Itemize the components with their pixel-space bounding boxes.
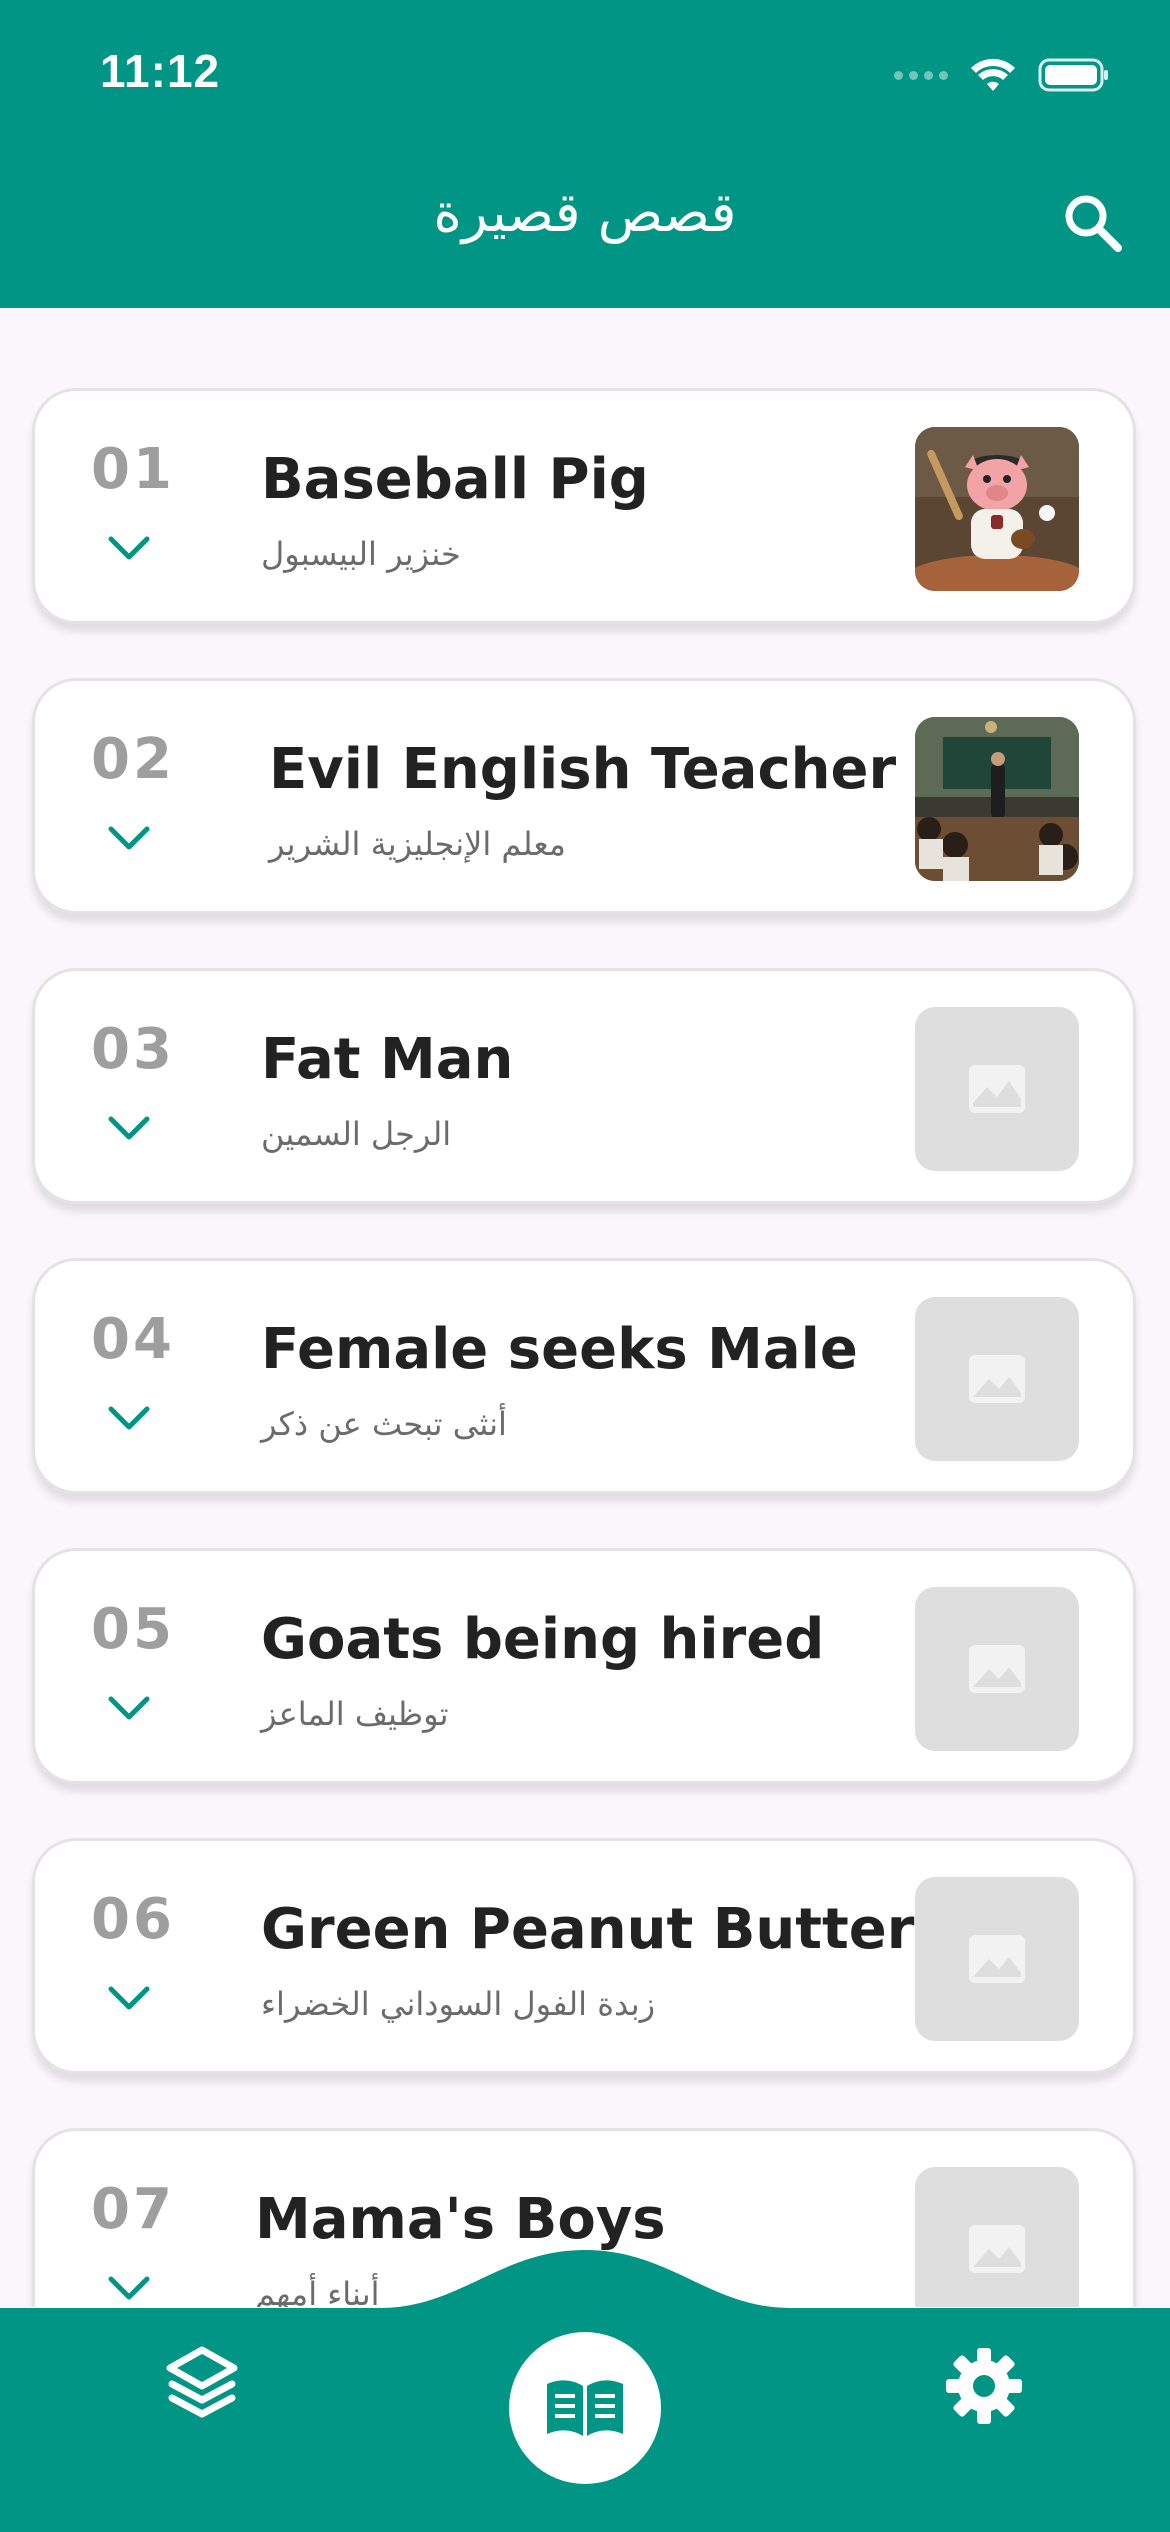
placeholder-image-icon xyxy=(915,1587,1079,1751)
chevron-down-icon[interactable] xyxy=(105,1113,153,1143)
story-subtitle: خنزير البيسبول xyxy=(261,535,461,573)
story-number: 05 xyxy=(91,1597,175,1662)
chevron-down-icon[interactable] xyxy=(105,1983,153,2013)
battery-icon xyxy=(1038,58,1108,92)
story-subtitle: توظيف الماعز xyxy=(261,1695,449,1733)
search-button[interactable] xyxy=(1060,190,1126,256)
story-card[interactable]: 01 Baseball Pig خنزير البيسبول xyxy=(32,388,1136,624)
placeholder-image-icon xyxy=(915,1007,1079,1171)
story-number: 02 xyxy=(91,727,175,792)
layers-icon xyxy=(166,2346,238,2418)
story-number: 01 xyxy=(91,437,175,502)
page-title: قصص قصيرة xyxy=(433,181,737,244)
nav-stories-button[interactable] xyxy=(162,2342,242,2422)
story-number: 06 xyxy=(91,1887,175,1952)
story-list[interactable]: 01 Baseball Pig خنزير البيسبول 02 Evil E… xyxy=(0,308,1170,2307)
story-title: Mama's Boys xyxy=(255,2187,666,2252)
story-subtitle: أنثى تبحث عن ذكر xyxy=(261,1405,507,1443)
placeholder-image-icon xyxy=(915,1877,1079,2041)
story-title: Fat Man xyxy=(261,1027,514,1092)
story-number: 04 xyxy=(91,1307,175,1372)
story-number: 07 xyxy=(91,2177,175,2242)
story-card[interactable]: 03 Fat Man الرجل السمين xyxy=(32,968,1136,1204)
story-title: Baseball Pig xyxy=(261,447,649,512)
story-card[interactable]: 05 Goats being hired توظيف الماعز xyxy=(32,1548,1136,1784)
status-icons xyxy=(894,50,1110,100)
wifi-icon xyxy=(971,58,1015,91)
nav-settings-button[interactable] xyxy=(944,2346,1024,2426)
story-title: Goats being hired xyxy=(261,1607,825,1672)
chevron-down-icon[interactable] xyxy=(105,533,153,563)
classroom-teacher-image xyxy=(915,717,1079,881)
story-title: Female seeks Male xyxy=(261,1317,858,1382)
chevron-down-icon[interactable] xyxy=(105,1693,153,1723)
story-subtitle: معلم الإنجليزية الشرير xyxy=(269,825,566,863)
chevron-down-icon[interactable] xyxy=(105,1403,153,1433)
cellular-signal-icon xyxy=(894,70,948,80)
baseball-pig-image xyxy=(915,427,1079,591)
story-subtitle: زبدة الفول السوداني الخضراء xyxy=(261,1985,656,2023)
app-header: 11:12 قصص قصيرة xyxy=(0,0,1170,308)
story-subtitle: الرجل السمين xyxy=(261,1115,452,1153)
gear-icon xyxy=(946,2348,1022,2424)
bottom-nav xyxy=(0,2250,1170,2532)
story-card[interactable]: 06 Green Peanut Butter زبدة الفول السودا… xyxy=(32,1838,1136,2074)
open-book-icon xyxy=(547,2380,623,2436)
story-title: Evil English Teacher xyxy=(269,737,897,802)
search-icon xyxy=(1065,195,1122,252)
status-time: 11:12 xyxy=(100,45,221,97)
placeholder-image-icon xyxy=(915,1297,1079,1461)
story-card[interactable]: 02 Evil English Teacher معلم الإنجليزية … xyxy=(32,678,1136,914)
story-number: 03 xyxy=(91,1017,175,1082)
nav-reader-button[interactable] xyxy=(509,2332,661,2484)
story-title: Green Peanut Butter xyxy=(261,1897,915,1962)
story-card[interactable]: 04 Female seeks Male أنثى تبحث عن ذكر xyxy=(32,1258,1136,1494)
chevron-down-icon[interactable] xyxy=(105,823,153,853)
